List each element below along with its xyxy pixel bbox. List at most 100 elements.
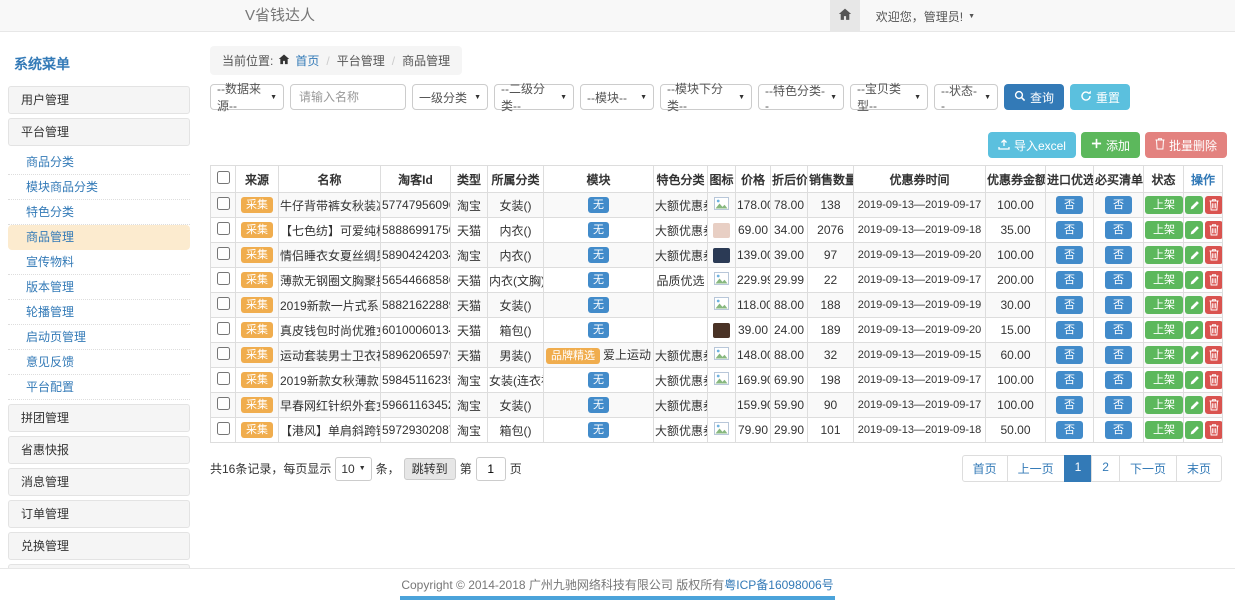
import-select-toggle[interactable]: 否: [1056, 196, 1083, 214]
import-select-toggle[interactable]: 否: [1056, 321, 1083, 339]
row-checkbox[interactable]: [217, 422, 230, 435]
sidebar-item[interactable]: 轮播管理: [8, 300, 190, 325]
must-buy-toggle[interactable]: 否: [1105, 346, 1132, 364]
edit-button[interactable]: [1185, 421, 1203, 439]
page-button[interactable]: 下一页: [1119, 455, 1177, 482]
row-checkbox[interactable]: [217, 397, 230, 410]
sidebar-item[interactable]: 商品管理: [8, 225, 190, 250]
user-menu[interactable]: 欢迎您，管理员! ▼: [876, 8, 975, 25]
sidebar-group[interactable]: 用户管理: [8, 86, 190, 114]
filter-select[interactable]: --模块--▼: [580, 84, 654, 110]
row-checkbox[interactable]: [217, 372, 230, 385]
per-page-select[interactable]: 10 ▼: [335, 457, 371, 481]
row-checkbox[interactable]: [217, 297, 230, 310]
row-checkbox[interactable]: [217, 197, 230, 210]
must-buy-toggle[interactable]: 否: [1105, 196, 1132, 214]
must-buy-toggle[interactable]: 否: [1105, 246, 1132, 264]
sidebar-item[interactable]: 特色分类: [8, 200, 190, 225]
status-button[interactable]: 上架: [1145, 346, 1183, 364]
filter-select[interactable]: --模块下分类--▼: [660, 84, 752, 110]
edit-button[interactable]: [1185, 196, 1203, 214]
sidebar-item[interactable]: 平台配置: [8, 375, 190, 400]
status-button[interactable]: 上架: [1145, 396, 1183, 414]
icp-link[interactable]: 粤ICP备16098006号: [724, 576, 833, 593]
row-checkbox[interactable]: [217, 222, 230, 235]
page-button[interactable]: 首页: [962, 455, 1008, 482]
edit-button[interactable]: [1185, 371, 1203, 389]
import-excel-button[interactable]: 导入excel: [988, 132, 1076, 158]
status-button[interactable]: 上架: [1145, 321, 1183, 339]
status-button[interactable]: 上架: [1145, 296, 1183, 314]
status-button[interactable]: 上架: [1145, 371, 1183, 389]
jump-page-input[interactable]: [476, 457, 506, 481]
sidebar-item[interactable]: 意见反馈: [8, 350, 190, 375]
reset-button[interactable]: 重置: [1070, 84, 1130, 110]
sidebar-item[interactable]: 启动页管理: [8, 325, 190, 350]
must-buy-toggle[interactable]: 否: [1105, 321, 1132, 339]
breadcrumb-home-link[interactable]: 首页: [295, 52, 319, 69]
filter-select[interactable]: --二级分类--▼: [494, 84, 574, 110]
delete-button[interactable]: [1205, 271, 1223, 289]
delete-button[interactable]: [1205, 371, 1223, 389]
delete-button[interactable]: [1205, 246, 1223, 264]
edit-button[interactable]: [1185, 296, 1203, 314]
filter-select[interactable]: --数据来源--▼: [210, 84, 284, 110]
jump-button[interactable]: 跳转到: [404, 458, 456, 480]
must-buy-toggle[interactable]: 否: [1105, 396, 1132, 414]
status-button[interactable]: 上架: [1145, 246, 1183, 264]
sidebar-group[interactable]: 拼团管理: [8, 404, 190, 432]
filter-select[interactable]: 一级分类▼: [412, 84, 488, 110]
import-select-toggle[interactable]: 否: [1056, 296, 1083, 314]
import-select-toggle[interactable]: 否: [1056, 271, 1083, 289]
import-select-toggle[interactable]: 否: [1056, 246, 1083, 264]
batch-delete-button[interactable]: 批量删除: [1145, 132, 1227, 158]
import-select-toggle[interactable]: 否: [1056, 371, 1083, 389]
sidebar-item[interactable]: 模块商品分类: [8, 175, 190, 200]
edit-button[interactable]: [1185, 321, 1203, 339]
sidebar-item[interactable]: 版本管理: [8, 275, 190, 300]
add-button[interactable]: 添加: [1081, 132, 1140, 158]
must-buy-toggle[interactable]: 否: [1105, 371, 1132, 389]
import-select-toggle[interactable]: 否: [1056, 346, 1083, 364]
page-button[interactable]: 上一页: [1007, 455, 1065, 482]
delete-button[interactable]: [1205, 396, 1223, 414]
status-button[interactable]: 上架: [1145, 196, 1183, 214]
sidebar-group[interactable]: 兑换管理: [8, 532, 190, 560]
edit-button[interactable]: [1185, 246, 1203, 264]
page-button[interactable]: 2: [1091, 455, 1120, 482]
page-button[interactable]: 1: [1064, 455, 1093, 482]
delete-button[interactable]: [1205, 346, 1223, 364]
edit-button[interactable]: [1185, 396, 1203, 414]
delete-button[interactable]: [1205, 221, 1223, 239]
filter-select[interactable]: --特色分类--▼: [758, 84, 844, 110]
home-nav-button[interactable]: [830, 0, 860, 32]
delete-button[interactable]: [1205, 321, 1223, 339]
import-select-toggle[interactable]: 否: [1056, 421, 1083, 439]
must-buy-toggle[interactable]: 否: [1105, 296, 1132, 314]
sidebar-group[interactable]: 消息管理: [8, 468, 190, 496]
filter-select[interactable]: --状态--▼: [934, 84, 998, 110]
sidebar-group[interactable]: 订单管理: [8, 500, 190, 528]
sidebar-group[interactable]: 省惠快报: [8, 436, 190, 464]
row-checkbox[interactable]: [217, 247, 230, 260]
import-select-toggle[interactable]: 否: [1056, 221, 1083, 239]
status-button[interactable]: 上架: [1145, 421, 1183, 439]
sidebar-item[interactable]: 商品分类: [8, 150, 190, 175]
delete-button[interactable]: [1205, 296, 1223, 314]
edit-button[interactable]: [1185, 271, 1203, 289]
must-buy-toggle[interactable]: 否: [1105, 421, 1132, 439]
status-button[interactable]: 上架: [1145, 221, 1183, 239]
edit-button[interactable]: [1185, 221, 1203, 239]
select-all-checkbox[interactable]: [217, 171, 230, 184]
row-checkbox[interactable]: [217, 347, 230, 360]
search-button[interactable]: 查询: [1004, 84, 1064, 110]
filter-select[interactable]: --宝贝类型--▼: [850, 84, 928, 110]
row-checkbox[interactable]: [217, 322, 230, 335]
page-button[interactable]: 末页: [1176, 455, 1222, 482]
must-buy-toggle[interactable]: 否: [1105, 221, 1132, 239]
must-buy-toggle[interactable]: 否: [1105, 271, 1132, 289]
row-checkbox[interactable]: [217, 272, 230, 285]
delete-button[interactable]: [1205, 421, 1223, 439]
edit-button[interactable]: [1185, 346, 1203, 364]
delete-button[interactable]: [1205, 196, 1223, 214]
